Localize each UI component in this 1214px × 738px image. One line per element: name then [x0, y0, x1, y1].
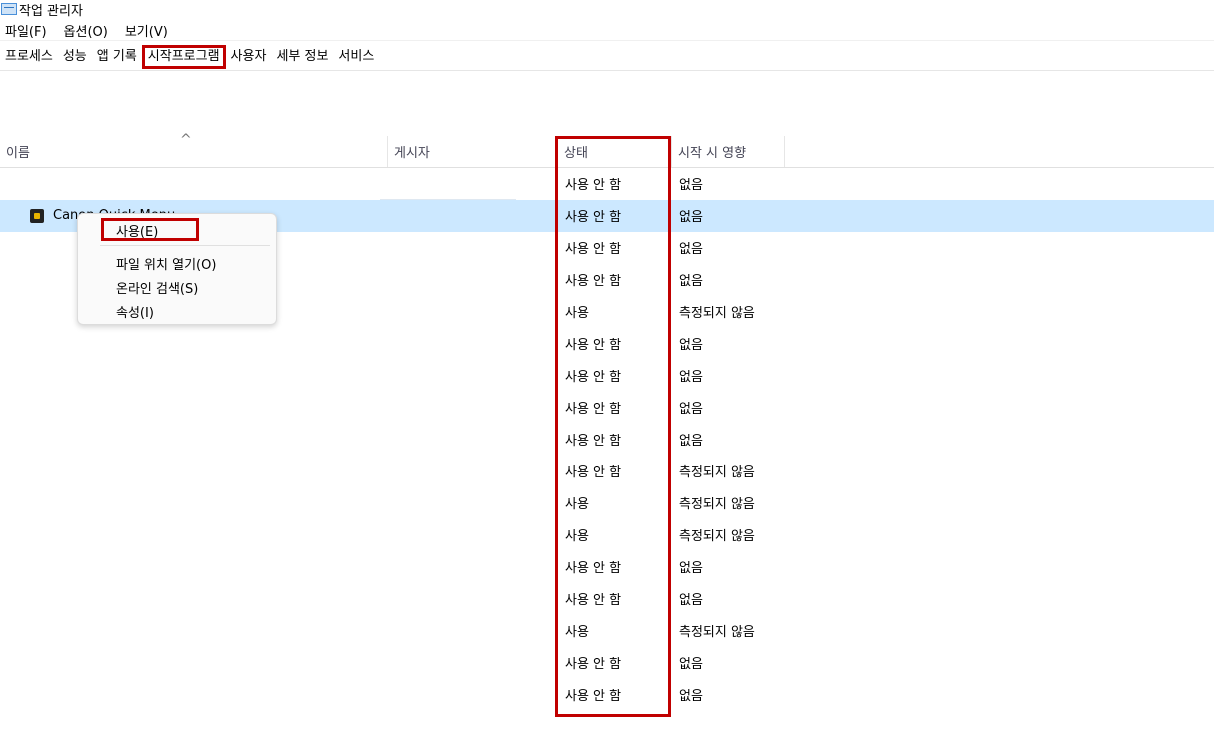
tab-processes[interactable]: 프로세스 [0, 46, 58, 68]
task-manager-icon [1, 3, 17, 15]
impact-cell: 측정되지 않음 [679, 624, 755, 640]
column-publisher-label: 게시자 [394, 146, 430, 161]
context-menu-divider [100, 245, 270, 246]
impact-cell: 없음 [679, 337, 703, 353]
status-column-highlight [555, 136, 671, 717]
impact-cell: 없음 [679, 688, 703, 704]
impact-cell: 없음 [679, 242, 703, 258]
tab-performance[interactable]: 성능 [58, 46, 92, 68]
tab-bar: 프로세스 성능 앱 기록 시작프로그램 사용자 세부 정보 서비스 [0, 44, 1214, 71]
column-header-impact[interactable]: 시작 시 영향 [671, 136, 785, 167]
impact-cell: 없음 [679, 656, 703, 672]
column-header-name[interactable]: 이름 ^ [0, 132, 387, 167]
context-menu-open-location[interactable]: 파일 위치 열기(O) [116, 254, 216, 273]
tab-services[interactable]: 서비스 [333, 46, 379, 68]
impact-cell: 없음 [679, 433, 703, 449]
context-menu-search-online[interactable]: 온라인 검색(S) [116, 278, 198, 297]
impact-cell: 없음 [679, 593, 703, 609]
impact-cell: 측정되지 않음 [679, 465, 755, 481]
column-name-label: 이름 [6, 146, 30, 161]
tab-startup[interactable]: 시작프로그램 [141, 45, 226, 69]
impact-cell: 없음 [679, 369, 703, 385]
canon-app-icon [30, 208, 44, 223]
impact-cell: 측정되지 않음 [679, 306, 755, 321]
impact-cell: 없음 [679, 210, 703, 226]
menu-file[interactable]: 파일(F) [5, 21, 47, 40]
tab-details[interactable]: 세부 정보 [271, 46, 333, 68]
impact-cell: 없음 [679, 401, 703, 417]
enable-menu-highlight [101, 218, 199, 241]
impact-cell: 측정되지 않음 [679, 497, 755, 513]
context-menu-properties[interactable]: 속성(I) [116, 302, 154, 321]
menu-view[interactable]: 보기(V) [125, 21, 168, 40]
menu-options[interactable]: 옵션(O) [64, 21, 108, 40]
impact-cell: 없음 [679, 561, 703, 577]
menu-bar: 파일(F) 옵션(O) 보기(V) [0, 20, 1214, 41]
tab-users[interactable]: 사용자 [226, 46, 272, 68]
window-title: 작업 관리자 [19, 3, 83, 19]
column-impact-label: 시작 시 영향 [678, 146, 747, 161]
impact-cell: 측정되지 않음 [679, 529, 755, 545]
sort-caret-icon: ^ [180, 132, 192, 148]
tab-app-history[interactable]: 앱 기록 [92, 46, 142, 68]
title-bar: 작업 관리자 [0, 0, 83, 19]
column-header-publisher[interactable]: 게시자 [387, 136, 555, 167]
impact-cell: 없음 [679, 274, 703, 290]
impact-cell: 없음 [679, 178, 703, 194]
